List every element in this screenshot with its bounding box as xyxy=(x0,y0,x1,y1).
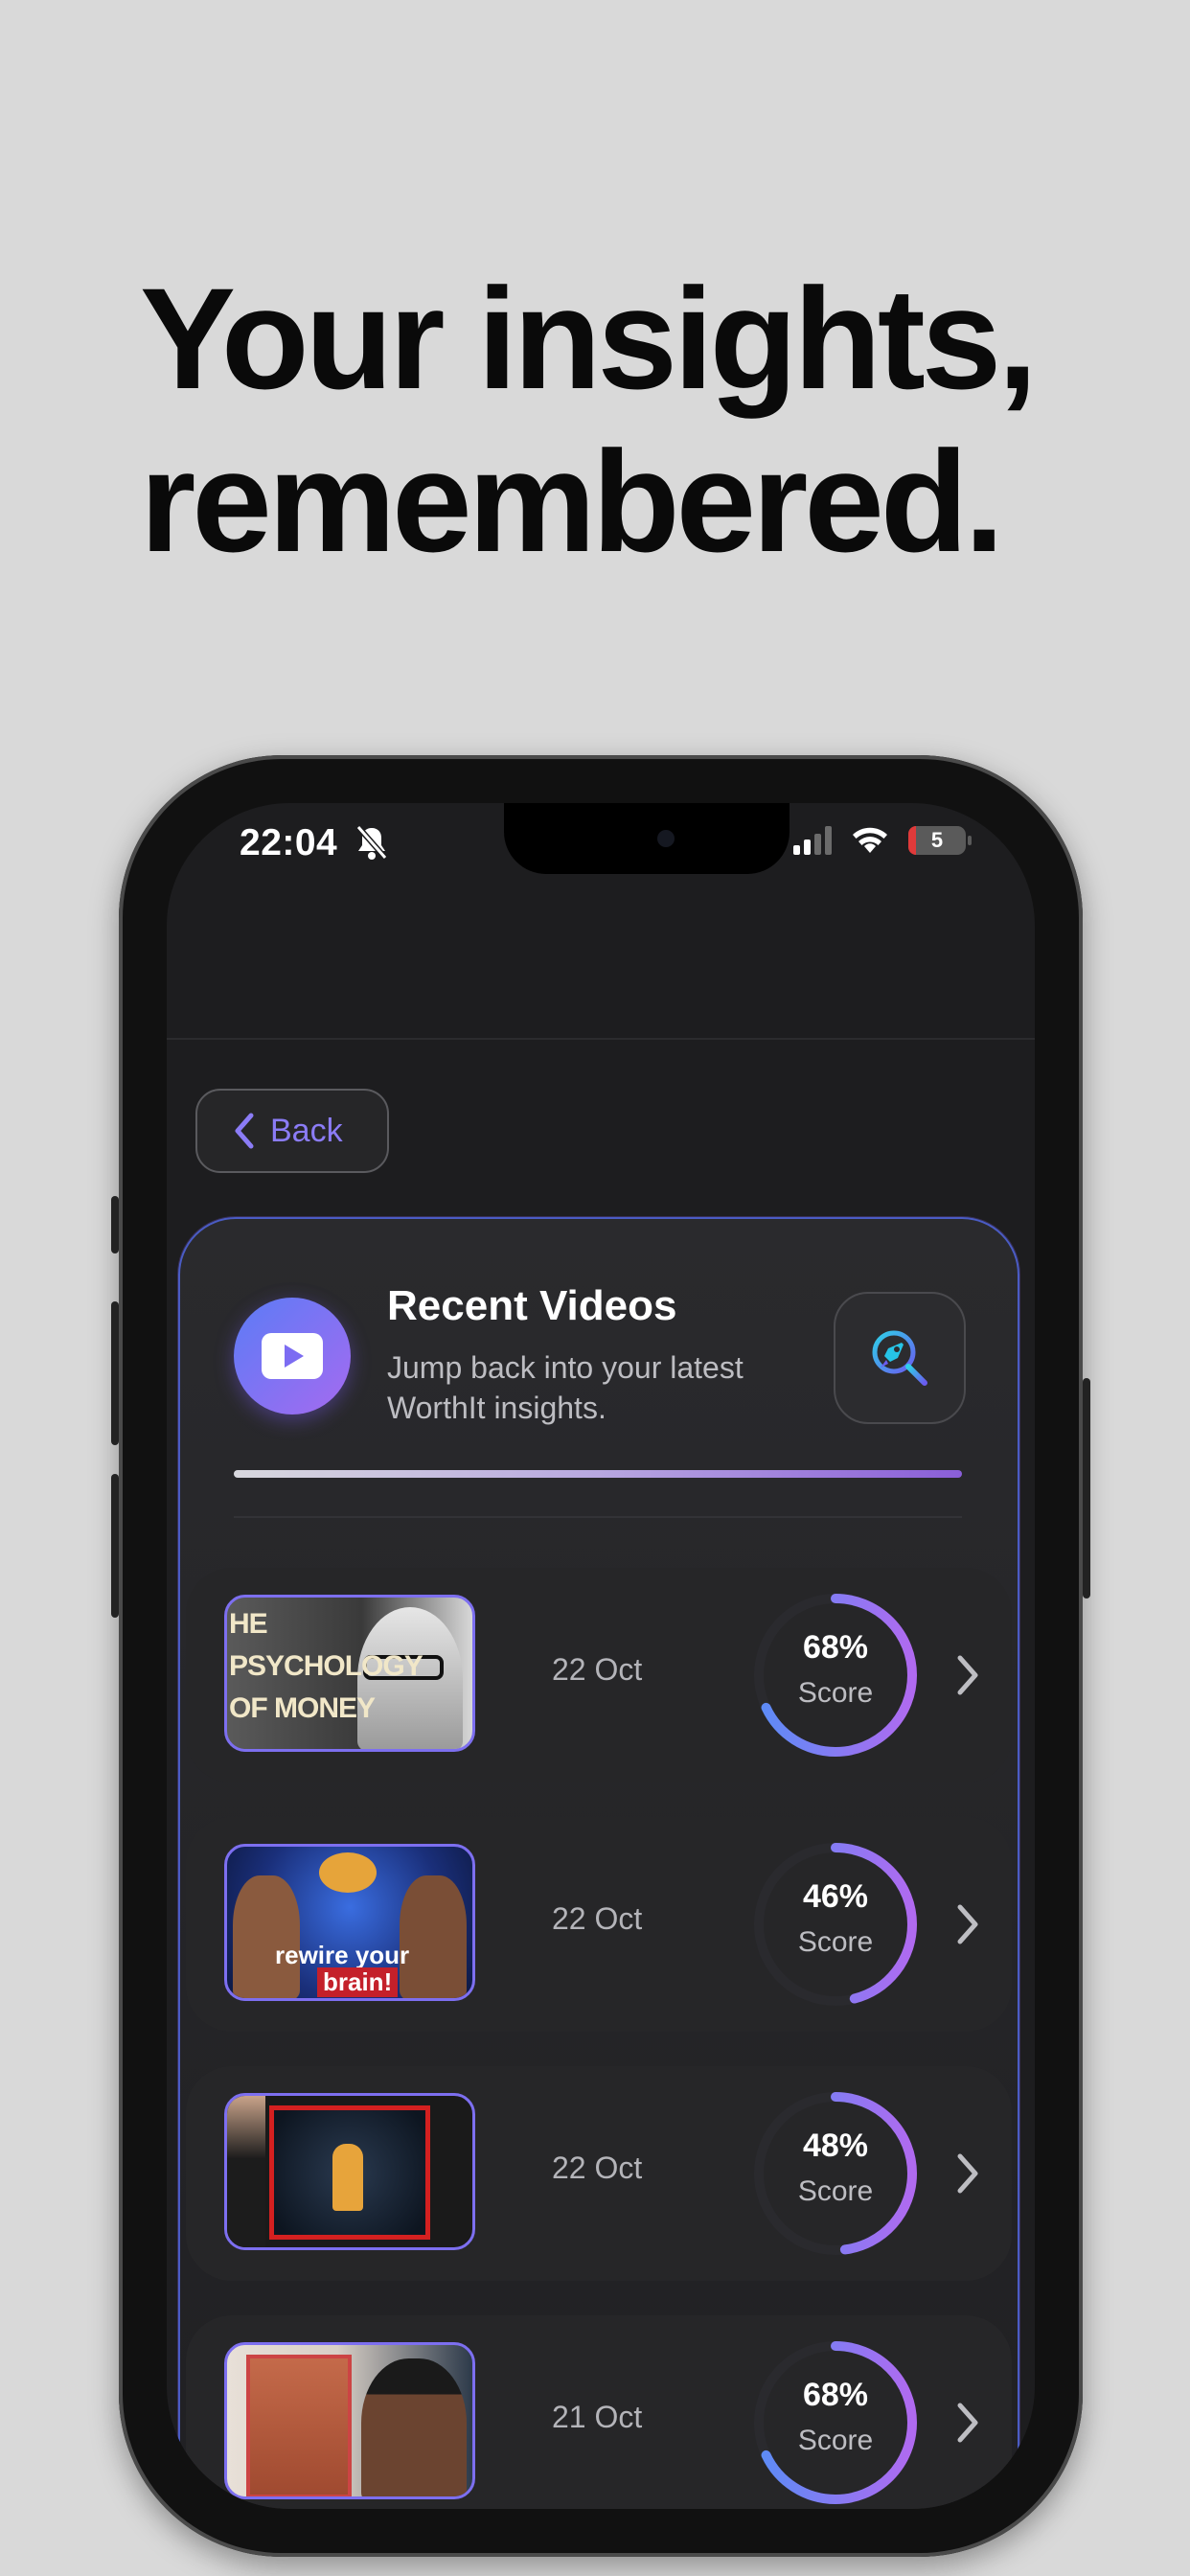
video-thumbnail: rewire your brain! xyxy=(224,1844,475,2001)
score-ring xyxy=(754,1843,917,2006)
thumb-text: OF MONEY xyxy=(229,1692,376,1724)
video-thumbnail: HE PSYCHOLOGY OF MONEY xyxy=(224,1595,475,1752)
thumb-text: brain! xyxy=(317,1967,399,1997)
power-button xyxy=(1083,1378,1090,1598)
score-percent: 48% xyxy=(802,2128,869,2164)
video-row[interactable]: 21 Oct 68% Score xyxy=(186,2315,1012,2509)
score-percent: 46% xyxy=(802,1878,869,1915)
video-row[interactable]: HE PSYCHOLOGY OF MONEY 22 Oct 68% Score xyxy=(186,1568,1012,1782)
score-percent: 68% xyxy=(802,1629,869,1666)
rocket-search-icon xyxy=(872,1330,927,1386)
phone-screen: 22:04 5 Back Recent Videos Jump back int… xyxy=(167,803,1035,2509)
battery-icon: 5 xyxy=(908,826,972,855)
score-label: Score xyxy=(797,1926,874,1958)
score-ring xyxy=(754,2092,917,2255)
panel-title: Recent Videos xyxy=(387,1282,677,1329)
video-date: 21 Oct xyxy=(552,2400,643,2434)
video-row[interactable]: 22 Oct 48% Score xyxy=(186,2066,1012,2281)
back-label: Back xyxy=(270,1112,343,1149)
progress-bar xyxy=(234,1470,962,1478)
score-percent: 68% xyxy=(802,2377,869,2413)
status-time: 22:04 xyxy=(240,822,338,863)
headline-line-1: Your insights, xyxy=(140,258,1038,419)
headline-line-2: remembered. xyxy=(140,421,1004,582)
chevron-right-icon[interactable] xyxy=(954,1901,983,1947)
phone-frame: 22:04 5 Back Recent Videos Jump back int… xyxy=(111,755,1090,2557)
wifi-icon xyxy=(853,827,887,853)
thumb-text: rewire your xyxy=(275,1941,410,1969)
thumb-text: PSYCHOLOGY xyxy=(229,1650,423,1682)
video-row[interactable]: rewire your brain! 22 Oct 46% Score xyxy=(186,1817,1012,2032)
score-label: Score xyxy=(797,2425,874,2456)
notch xyxy=(504,803,790,874)
video-thumbnail xyxy=(224,2093,475,2250)
chevron-left-icon xyxy=(235,1113,254,1149)
video-date: 22 Oct xyxy=(552,1652,643,1687)
video-date: 22 Oct xyxy=(552,2150,643,2185)
score-label: Score xyxy=(797,1677,874,1709)
panel-subtitle: Jump back into your latest WorthIt insig… xyxy=(387,1350,744,1425)
volume-up-button xyxy=(111,1301,119,1445)
back-button[interactable]: Back xyxy=(195,1089,389,1173)
search-button[interactable] xyxy=(834,1292,966,1424)
recent-videos-panel: Recent Videos Jump back into your latest… xyxy=(178,1217,1019,2509)
score-label: Score xyxy=(797,2175,874,2207)
chevron-right-icon[interactable] xyxy=(954,2400,983,2446)
youtube-play-icon xyxy=(234,1298,351,1414)
score-ring xyxy=(754,2341,917,2504)
thumb-text: HE xyxy=(229,1608,268,1640)
video-thumbnail xyxy=(224,2342,475,2499)
chevron-right-icon[interactable] xyxy=(954,2150,983,2196)
video-date: 22 Oct xyxy=(552,1901,643,1936)
signal-icon xyxy=(793,826,832,855)
nav-divider xyxy=(167,1038,1035,1040)
panel-divider xyxy=(234,1516,962,1518)
mute-switch xyxy=(111,1196,119,1254)
bell-slash-icon xyxy=(355,825,388,860)
camera xyxy=(657,830,675,847)
score-ring xyxy=(754,1594,917,1757)
status-icons: 5 xyxy=(793,826,972,855)
chevron-right-icon[interactable] xyxy=(954,1652,983,1698)
volume-down-button xyxy=(111,1474,119,1618)
headline: Your insights, remembered. xyxy=(140,257,1038,583)
